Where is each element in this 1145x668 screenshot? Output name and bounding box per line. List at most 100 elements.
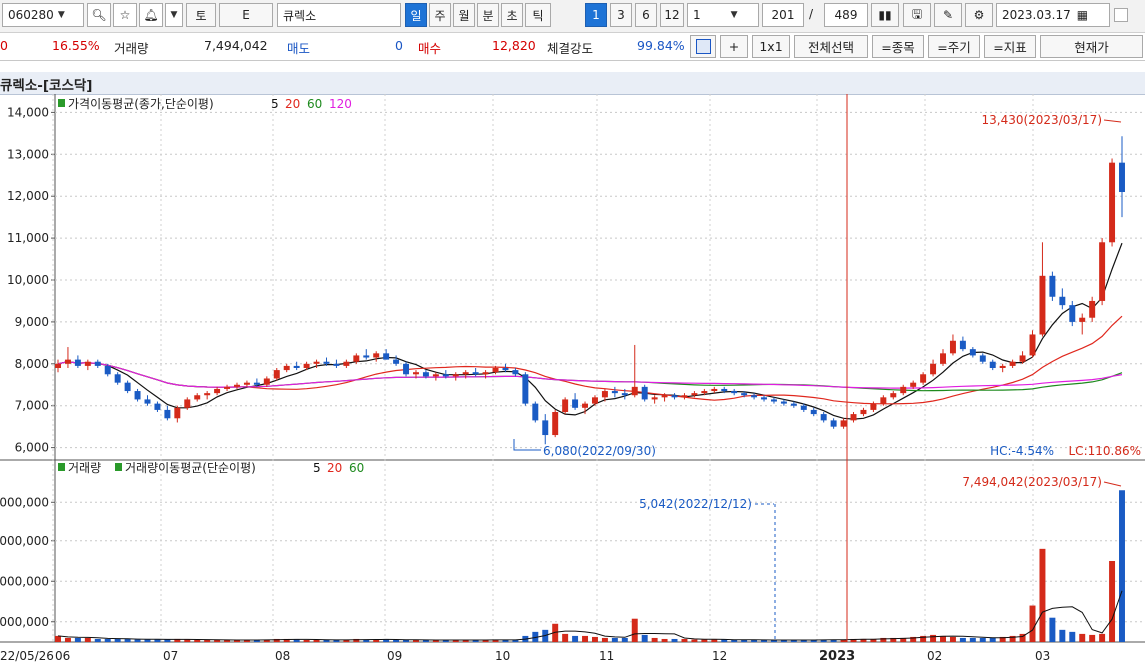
strength-value: 99.84% [637,38,685,53]
candle-body [214,388,221,394]
volume-ma-legend-title: 거래량이동평균(단순이평) [125,461,256,475]
volume-bar [731,639,738,642]
candle-body [452,374,459,377]
option-checkbox[interactable] [1114,8,1128,22]
x-axis-label: 08 [275,649,290,663]
price-change-value: 0 [0,38,8,53]
count-a-field[interactable]: 201 [762,3,804,27]
stock-name-field[interactable]: 큐렉소 [277,3,401,27]
period-sync-button[interactable]: =주기 [928,35,980,58]
volume-value: 7,494,042 [204,38,268,53]
candle-body [512,370,519,375]
candle-body [373,353,380,358]
candle-body [711,388,718,392]
volume-legend-ma: 20 [327,461,342,475]
stock-code-dropdown[interactable]: 060280 ▼ [2,3,84,27]
candle-body [283,365,290,371]
candle-body [224,386,231,389]
candle-body [84,361,91,366]
candle-body [313,361,320,364]
volume-bars [55,490,1125,642]
date-field[interactable]: 2023.03.17 ▦ [996,3,1110,27]
candle-body [949,340,956,354]
settings-button[interactable]: ⚙ [965,3,993,27]
candle-body [810,409,817,415]
search-button[interactable]: 🔍︎ [87,3,111,27]
candle-body [1069,305,1076,322]
stock-chart[interactable]: 14,000 13,000 12,000 11,000 10,000 9,000 8,000… [0,94,1145,668]
period-day-button[interactable]: 일 [405,3,427,27]
volume-bar [681,638,688,642]
candle-body [820,414,827,421]
candle-body [701,391,708,394]
alarm-dropdown[interactable]: ▼ [165,3,183,27]
count-b-field[interactable]: 489 [824,3,868,27]
save-icon: 🖫 [911,6,923,21]
square-button[interactable] [690,35,716,58]
e-button[interactable]: E [219,3,273,27]
period-minute-button[interactable]: 분 [477,3,499,27]
candle-body [770,399,777,402]
period-second-button[interactable]: 초 [501,3,523,27]
candle-body [432,374,439,377]
period-tick-button[interactable]: 틱 [525,3,551,27]
volume-tick-label: 000,000 [0,615,49,629]
candle-body [114,374,121,383]
unit-dropdown[interactable]: 1 ▼ [687,3,759,27]
candle-body [840,420,847,427]
lc-value: LC:110.86% [1069,444,1142,458]
candle-body [1009,361,1016,366]
volume-cursor-annotation: 5,042(2022/12/12) [639,497,752,511]
candle-body [582,403,589,408]
volume-bar [611,637,618,642]
volume-tick-label: 000,000 [0,574,49,588]
current-price-button[interactable]: 현재가 [1040,35,1143,58]
candle-body [731,391,738,394]
price-tick-label: 7,000 [15,399,49,413]
select-all-button[interactable]: 전체선택 [794,35,868,58]
candle-body [1109,162,1116,243]
pen-icon: ✎ [942,8,954,22]
x-axis-label: 11 [599,649,614,663]
price-high-annotation: 13,430(2023/03/17) [981,113,1102,127]
stock-name: 큐렉소 [283,8,317,23]
volume-high-annotation: 7,494,042(2023/03/17) [962,475,1102,489]
volume-bar [969,637,976,642]
date-value: 2023.03.17 [1002,8,1071,22]
favorite-button[interactable]: ☆ [113,3,137,27]
candle-body [780,401,787,404]
period-month-button[interactable]: 월 [453,3,475,27]
candle-type-button[interactable]: ▮▮ [871,3,899,27]
x-axis-label: 22/05/26 [0,649,54,663]
item-sync-button[interactable]: =종목 [872,35,924,58]
chart-annotations: 13,430(2023/03/17) 6,080(2022/09/30) HC:-4… [513,94,1142,642]
candle-body [323,361,330,364]
square-icon [695,39,711,54]
num-3-button[interactable]: 3 [610,3,632,27]
to-button[interactable]: 토 [186,3,216,27]
candle-body [850,414,857,421]
period-week-button[interactable]: 주 [429,3,451,27]
num-12-button[interactable]: 12 [660,3,684,27]
count-separator: / [809,7,814,21]
save-button[interactable]: 🖫 [903,3,931,27]
volume-bar [1049,617,1056,642]
indicator-sync-button[interactable]: =지표 [984,35,1036,58]
volume-bar [661,638,668,642]
volume-bar [124,638,131,642]
num-1-button[interactable]: 1 [585,3,607,27]
num-6-button[interactable]: 6 [635,3,657,27]
price-tick-label: 12,000 [7,189,49,203]
candle-body [403,363,410,375]
candle-body [940,353,946,364]
candle-body [1079,317,1086,322]
candle-body [422,372,429,377]
add-button[interactable]: + [720,35,748,58]
layout-1x1-button[interactable]: 1x1 [752,35,790,58]
alarm-button[interactable]: 🔔︎ [139,3,163,27]
draw-button[interactable]: ✎ [934,3,962,27]
change-percent: 16.55% [52,38,100,53]
candle-body [721,388,728,392]
volume-bar [164,639,171,642]
x-axis-label: 09 [387,649,402,663]
